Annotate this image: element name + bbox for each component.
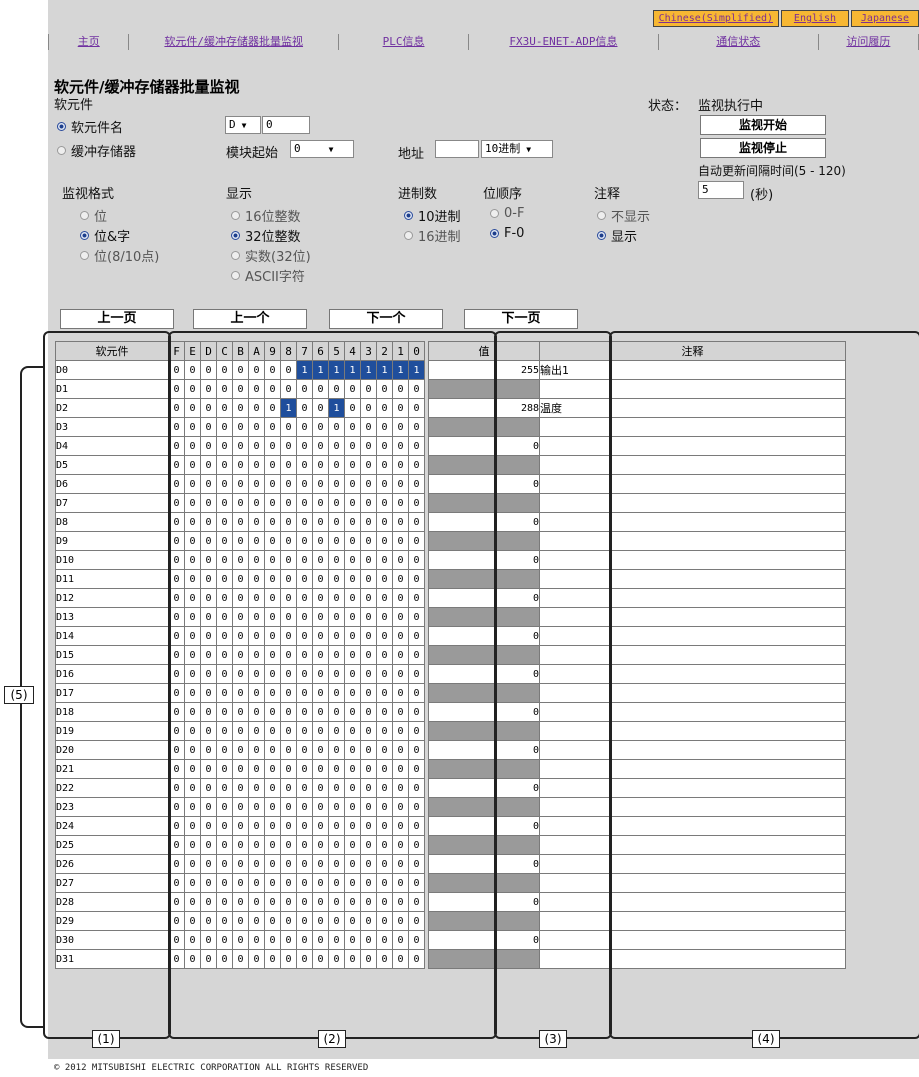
radio-label: 位&字 — [94, 230, 131, 245]
callout-label-3: (3) — [539, 1030, 567, 1048]
radio-dot — [80, 211, 89, 220]
radio-radix-hex[interactable]: 16进制 — [404, 226, 461, 245]
radio-label: 位 — [94, 210, 108, 225]
radio-comment-show[interactable]: 显示 — [597, 226, 637, 245]
language-bar: Chinese(Simplified) English Japanese — [651, 10, 919, 27]
callout-box-1 — [43, 331, 171, 1039]
radio-label: 实数(32位) — [245, 250, 311, 265]
nav-comm-status[interactable]: 通信状态 — [659, 34, 819, 50]
radio-format-bit-8-10[interactable]: 位(8/10点) — [80, 246, 159, 265]
chevron-down-icon: ▼ — [526, 145, 532, 154]
radio-bit-order-F0[interactable]: F-0 — [490, 226, 524, 241]
start-monitor-button[interactable]: 监视开始 — [700, 115, 826, 135]
radio-label: 16进制 — [418, 230, 461, 245]
address-base-value: 10进制 — [485, 142, 521, 155]
stop-monitor-button[interactable]: 监视停止 — [700, 138, 826, 158]
interval-label: 自动更新间隔时间(5 - 120) — [698, 164, 846, 178]
module-start-select[interactable]: 0 ▼ — [290, 140, 354, 158]
chevron-down-icon: ▼ — [241, 121, 247, 130]
radio-label: 显示 — [611, 230, 638, 245]
copyright-footer: © 2012 MITSUBISHI ELECTRIC CORPORATION A… — [54, 1063, 369, 1073]
interval-input[interactable]: 5 — [698, 181, 744, 199]
radio-label: 缓冲存储器 — [71, 145, 137, 160]
radio-dot — [404, 231, 413, 240]
nav-bar: 主页 软元件/缓冲存储器批量监视 PLC信息 FX3U-ENET-ADP信息 通… — [48, 34, 919, 50]
nav-plc-info[interactable]: PLC信息 — [339, 34, 470, 50]
radio-label: 不显示 — [611, 210, 651, 225]
nav-enet-adp-info[interactable]: FX3U-ENET-ADP信息 — [469, 34, 659, 50]
radio-comment-hide[interactable]: 不显示 — [597, 206, 650, 225]
device-number-input[interactable]: 0 — [262, 116, 310, 134]
next-button[interactable]: 下一个 — [329, 309, 443, 329]
radio-label: F-0 — [504, 226, 525, 241]
display-label: 显示 — [226, 187, 253, 202]
radio-dot — [57, 122, 66, 131]
section-label: 软元件 — [54, 98, 94, 113]
chevron-down-icon: ▼ — [328, 145, 334, 154]
device-type-select[interactable]: D ▼ — [225, 116, 261, 134]
lang-chinese-link[interactable]: Chinese(Simplified) — [652, 10, 779, 27]
radio-label: 0-F — [504, 206, 525, 221]
radio-display-ascii[interactable]: ASCII字符 — [231, 266, 305, 285]
nav-batch-monitor[interactable]: 软元件/缓冲存储器批量监视 — [129, 34, 339, 50]
radio-dot — [57, 146, 66, 155]
radio-label: 10进制 — [418, 210, 461, 225]
module-start-value: 0 — [294, 142, 301, 155]
callout-label-1: (1) — [92, 1030, 120, 1048]
callout-box-2 — [168, 331, 497, 1039]
radix-label: 进制数 — [398, 187, 438, 202]
radio-display-int16[interactable]: 16位整数 — [231, 206, 301, 225]
radio-label: 软元件名 — [71, 121, 124, 136]
lang-japanese-link[interactable]: Japanese — [851, 10, 919, 27]
radio-device-name[interactable]: 软元件名 — [57, 117, 123, 136]
monitor-format-label: 监视格式 — [62, 187, 115, 202]
callout-box-4 — [609, 331, 919, 1039]
prev-page-button[interactable]: 上一页 — [60, 309, 174, 329]
radio-label: 32位整数 — [245, 230, 301, 245]
radio-display-real[interactable]: 实数(32位) — [231, 246, 311, 265]
radio-label: 16位整数 — [245, 210, 301, 225]
prev-button[interactable]: 上一个 — [193, 309, 307, 329]
radio-buffer-memory[interactable]: 缓冲存储器 — [57, 141, 136, 160]
radio-dot — [597, 231, 606, 240]
radio-display-int32[interactable]: 32位整数 — [231, 226, 301, 245]
radio-dot — [231, 271, 240, 280]
module-start-label: 模块起始 — [226, 146, 279, 161]
radio-format-bit[interactable]: 位 — [80, 206, 107, 225]
radio-dot — [231, 251, 240, 260]
interval-unit: (秒) — [750, 188, 774, 203]
bit-order-label: 位顺序 — [483, 187, 523, 202]
comment-opt-label: 注释 — [594, 187, 621, 202]
callout-label-2: (2) — [318, 1030, 346, 1048]
radio-label: ASCII字符 — [245, 270, 305, 285]
radio-bit-order-0F[interactable]: 0-F — [490, 206, 524, 221]
status-value: 监视执行中 — [698, 99, 764, 114]
address-base-select[interactable]: 10进制 ▼ — [481, 140, 553, 158]
callout-box-3 — [494, 331, 612, 1039]
radio-dot — [231, 231, 240, 240]
nav-access-history[interactable]: 访问履历 — [819, 34, 919, 50]
radio-dot — [597, 211, 606, 220]
radio-dot — [231, 211, 240, 220]
radio-label: 位(8/10点) — [94, 250, 160, 265]
radio-dot — [404, 211, 413, 220]
radio-dot — [490, 209, 499, 218]
next-page-button[interactable]: 下一页 — [464, 309, 578, 329]
radio-format-bit-word[interactable]: 位&字 — [80, 226, 130, 245]
callout-label-5: (5) — [4, 686, 34, 704]
nav-home[interactable]: 主页 — [48, 34, 130, 50]
address-label: 地址 — [398, 147, 425, 162]
radio-dot — [490, 229, 499, 238]
callout-label-4: (4) — [752, 1030, 780, 1048]
lang-english-link[interactable]: English — [781, 10, 849, 27]
radio-dot — [80, 251, 89, 260]
radio-radix-dec[interactable]: 10进制 — [404, 206, 461, 225]
status-label: 状态： — [648, 99, 688, 114]
device-type-value: D — [229, 118, 236, 131]
address-input[interactable] — [435, 140, 479, 158]
radio-dot — [80, 231, 89, 240]
